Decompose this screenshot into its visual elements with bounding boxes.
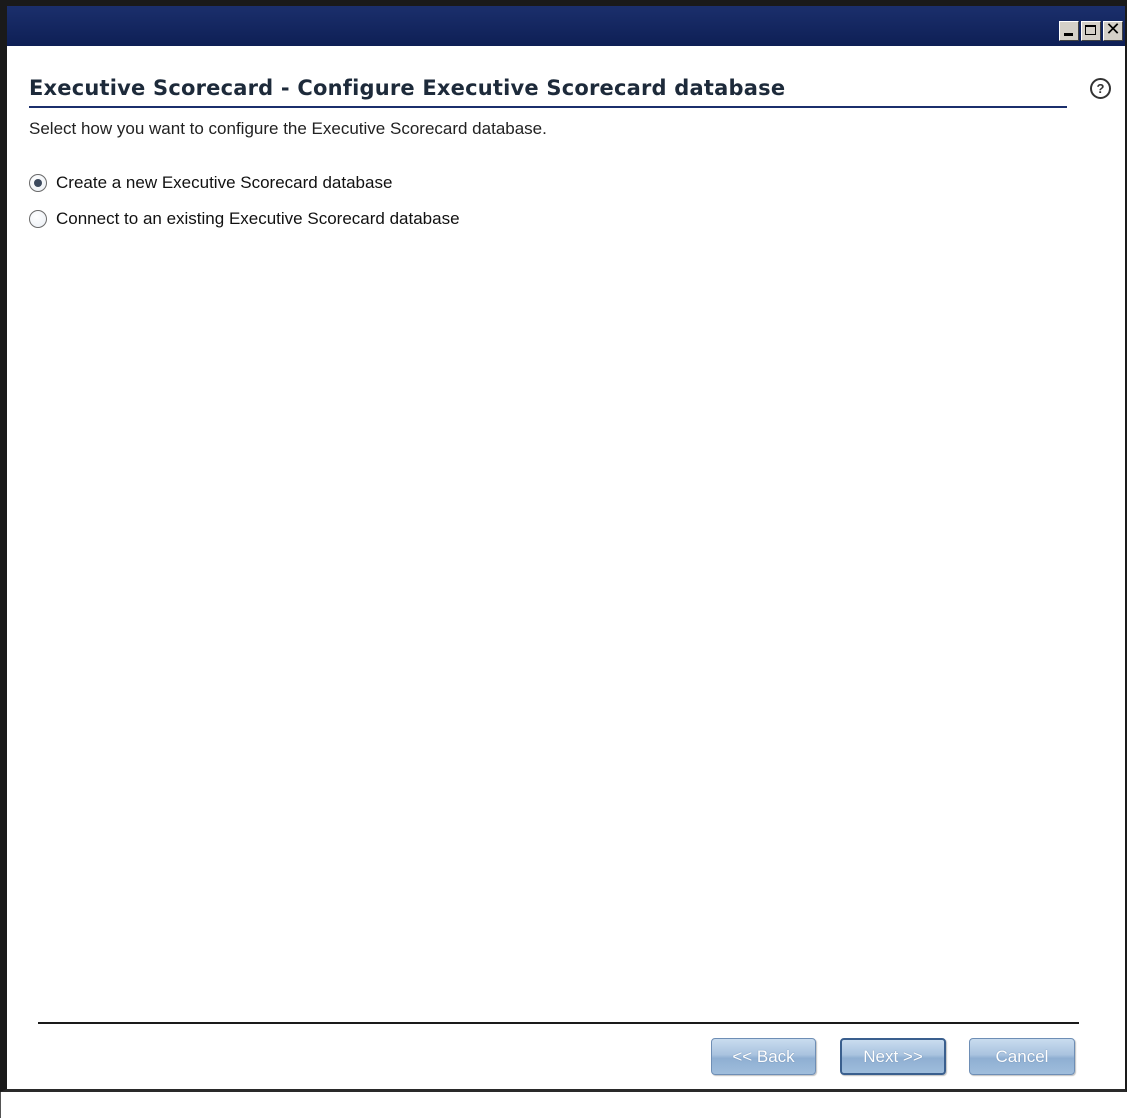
option-connect-existing-label[interactable]: Connect to an existing Executive Scoreca…: [56, 209, 460, 229]
minimize-icon: [1064, 33, 1073, 36]
cancel-button[interactable]: Cancel: [969, 1038, 1075, 1075]
option-create-new-label[interactable]: Create a new Executive Scorecard databas…: [56, 173, 392, 193]
minimize-button[interactable]: [1059, 21, 1079, 41]
title-bar[interactable]: ✕: [7, 6, 1125, 46]
radio-create-new[interactable]: [29, 174, 47, 192]
wizard-window: ✕ Executive Scorecard - Configure Execut…: [0, 0, 1127, 1092]
page-title: Executive Scorecard - Configure Executiv…: [29, 76, 786, 100]
help-icon[interactable]: ?: [1090, 78, 1111, 99]
title-divider: [29, 106, 1067, 108]
bottom-strip: [0, 1092, 1127, 1118]
instruction-text: Select how you want to configure the Exe…: [29, 119, 547, 138]
maximize-button[interactable]: [1081, 21, 1101, 41]
next-button[interactable]: Next >>: [840, 1038, 946, 1075]
maximize-icon: [1085, 25, 1096, 35]
option-create-new[interactable]: Create a new Executive Scorecard databas…: [29, 173, 392, 193]
close-button[interactable]: ✕: [1103, 19, 1123, 41]
close-icon: ✕: [1105, 19, 1121, 40]
footer-divider: [38, 1022, 1079, 1024]
window-controls: ✕: [1059, 19, 1123, 41]
radio-connect-existing[interactable]: [29, 210, 47, 228]
back-button[interactable]: << Back: [711, 1038, 816, 1075]
option-connect-existing[interactable]: Connect to an existing Executive Scoreca…: [29, 209, 460, 229]
